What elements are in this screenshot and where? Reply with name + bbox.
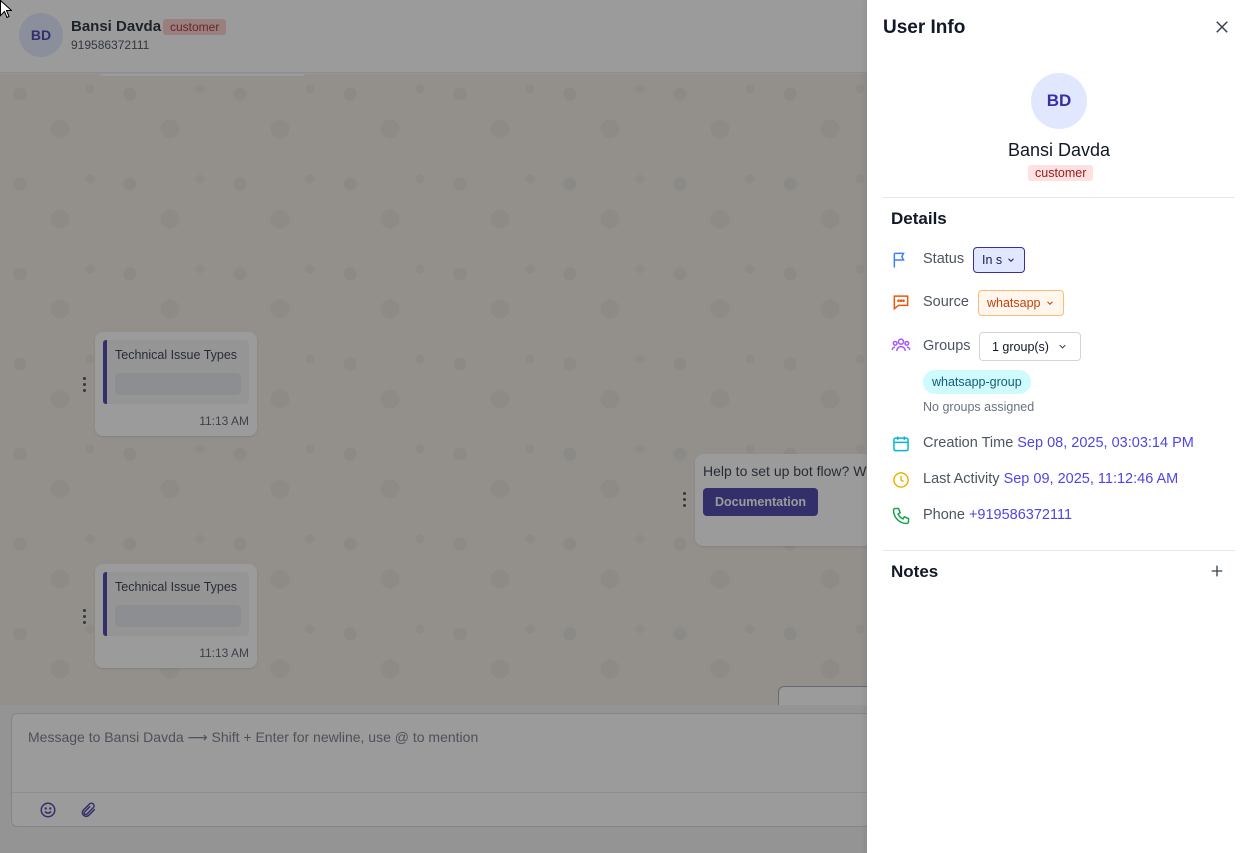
last-activity-row: Last Activity Sep 09, 2025, 11:12:46 AM [923, 471, 1178, 487]
source-label: Source [923, 294, 969, 310]
phone-row: Phone +919586372111 [923, 507, 1072, 523]
phone-icon [891, 506, 911, 526]
user-name: Bansi Davda [1007, 140, 1111, 160]
divider [883, 550, 1235, 551]
status-dropdown[interactable]: In s [973, 247, 1026, 273]
plus-icon[interactable] [1209, 563, 1225, 579]
no-groups-text: No groups assigned [923, 400, 1035, 414]
last-activity-label: Last Activity [923, 471, 1000, 487]
mouse-cursor-icon [0, 0, 13, 19]
avatar: BD [1031, 73, 1087, 129]
group-chip[interactable]: whatsapp-group [923, 370, 1031, 394]
users-icon [891, 335, 911, 355]
calendar-icon [891, 434, 911, 454]
modal-backdrop[interactable] [0, 0, 867, 853]
role-badge: customer [1028, 165, 1094, 181]
user-info-panel: User Info BD Bansi Davda customer Detail… [867, 0, 1247, 853]
creation-time-value: Sep 08, 2025, 03:03:14 PM [1017, 435, 1194, 451]
phone-value[interactable]: +919586372111 [969, 507, 1072, 523]
groups-value: 1 group(s) [992, 339, 1049, 354]
chevron-down-icon [1046, 301, 1053, 305]
creation-time-label: Creation Time [923, 435, 1014, 451]
clock-icon [891, 470, 911, 490]
phone-label: Phone [923, 507, 965, 523]
divider [883, 197, 1235, 198]
status-value: In s [982, 253, 1003, 267]
details-heading: Details [891, 209, 947, 228]
source-dropdown[interactable]: whatsapp [978, 290, 1064, 316]
notes-heading: Notes [891, 562, 939, 581]
creation-time-row: Creation Time Sep 08, 2025, 03:03:14 PM [923, 435, 1194, 451]
close-icon[interactable] [1213, 18, 1231, 36]
last-activity-value: Sep 09, 2025, 11:12:46 AM [1003, 471, 1179, 487]
chat-bubble-icon [891, 292, 911, 312]
groups-dropdown[interactable]: 1 group(s) [979, 332, 1081, 361]
panel-title: User Info [883, 17, 966, 38]
flag-icon [891, 250, 911, 270]
source-value: whatsapp [987, 296, 1041, 310]
chevron-down-icon [1008, 258, 1015, 262]
chat-area: BD Bansi Davda customer 919586372111 Tec… [0, 0, 881, 853]
chevron-down-icon [1059, 344, 1066, 349]
status-label: Status [923, 251, 965, 267]
groups-label: Groups [923, 338, 971, 354]
